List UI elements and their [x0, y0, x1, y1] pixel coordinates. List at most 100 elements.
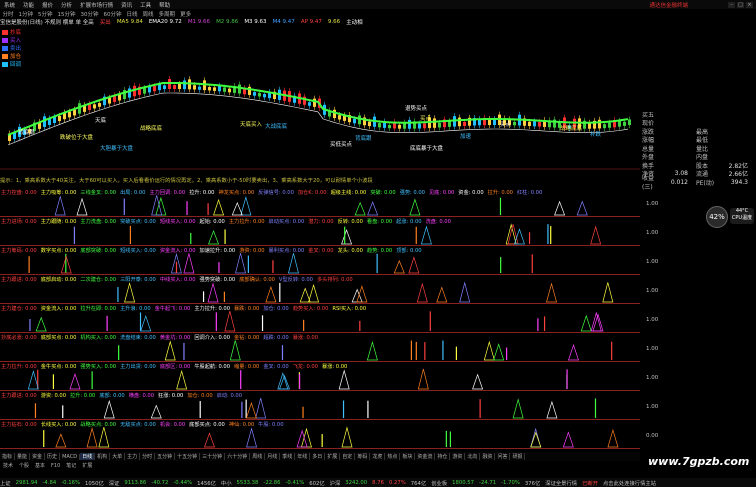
tab-13[interactable]: 六十分钟 — [225, 453, 251, 460]
tab-21[interactable]: 筹码 — [355, 453, 371, 460]
indicator-panel-2[interactable]: 主力筹码: 0.00 数字买点: 0.00 底部突破: 0.00 短线买入: 0.00… — [0, 246, 640, 275]
kline-chart[interactable]: 背底跟 战略底底 大战底底 天底天底买入背底跟 退势买点买点加速 买点战略底底补跌买低买点… — [0, 26, 640, 170]
tab-12[interactable]: 三十分钟 — [200, 453, 226, 460]
period-4[interactable]: 30分钟 — [78, 10, 101, 18]
candle-body — [218, 85, 221, 92]
indicator-panel-0[interactable]: 主力控盘: 0.00 主力吸筹: 0.00 三线金叉: 0.00 出局: 0.00 主力… — [0, 188, 640, 217]
panel-label: 主力跟进: 0.00 — [1, 277, 37, 283]
subtab-5[interactable]: 扩展 — [79, 462, 95, 469]
signal-triangle — [409, 198, 421, 216]
panel-label: 主力洗盘: 0.00 — [80, 219, 117, 225]
tab-3[interactable]: 历史 — [45, 453, 61, 460]
signal-triangle — [505, 223, 517, 245]
tab-6[interactable]: 机构 — [95, 453, 111, 460]
tab-31[interactable]: 研报 — [510, 453, 526, 460]
window-buttons: – □ × — [728, 1, 753, 8]
menu-item-2[interactable]: 报价 — [38, 1, 57, 9]
indicator-panel-4[interactable]: 主力建仓: 0.00 资金流入: 0.00 拉升在即: 0.00 主升浪: 0.00 金… — [0, 304, 640, 333]
signal-triangle — [229, 340, 241, 361]
tab-4[interactable]: MACD — [60, 453, 81, 460]
tab-27[interactable]: 游资 — [450, 453, 466, 460]
minimize-icon[interactable]: – — [728, 1, 735, 8]
subtab-1[interactable]: 个股 — [16, 462, 32, 469]
panel-label: 金钻: 0.00 — [234, 335, 260, 341]
panel-label: 拉升: 0.00 — [70, 393, 96, 399]
menu-item-1[interactable]: 功能 — [19, 1, 38, 9]
maximize-icon[interactable]: □ — [737, 1, 744, 8]
cpu-gauge[interactable]: 42% 44°C CPU温度 — [706, 206, 756, 228]
panel-label: 主力拉升: 0.00 — [1, 364, 37, 370]
period-9[interactable]: 更多 — [178, 10, 194, 18]
period-6[interactable]: 日线 — [124, 10, 140, 18]
signal-triangle — [420, 225, 432, 245]
tab-8[interactable]: 主力 — [125, 453, 141, 460]
tab-23[interactable]: 热点 — [385, 453, 401, 460]
tab-26[interactable]: 持仓 — [435, 453, 451, 460]
tab-24[interactable]: 板块 — [400, 453, 416, 460]
indicator-panel-8[interactable]: 主力钻石: 0.00 长线买入: 0.00 战略买点: 0.00 无敌买点: 0.00… — [0, 420, 640, 449]
tab-1[interactable]: 量能 — [15, 453, 31, 460]
menu-item-4[interactable]: 扩展市场行情 — [76, 1, 117, 9]
chart-annotation: 退势买点 — [405, 104, 428, 112]
indicator-info-bar: 宝信是股份(日线) 不规则 横单 单 全高 买出 MA5 9.84 EMA20 9.7… — [0, 18, 640, 26]
candle-body — [358, 115, 361, 125]
period-8[interactable]: 多周期 — [156, 10, 178, 18]
period-2[interactable]: 5分钟 — [36, 10, 56, 18]
subtab-0[interactable]: 技术 — [0, 462, 16, 469]
tab-30[interactable]: 问答 — [495, 453, 511, 460]
tab-2[interactable]: 资金 — [30, 453, 46, 460]
panel-labels: 抄底必涨: 0.00 底部买点: 0.00 机构买入: 0.00 洗盘结束: 0.00… — [1, 334, 318, 341]
menu-item-6[interactable]: 工具 — [136, 1, 155, 9]
signal-triangle — [354, 201, 366, 216]
indicator-panel-7[interactable]: 主力跟进: 0.00 游资: 0.00 拉升: 0.00 底部: 0.00 横盘: 0.… — [0, 391, 640, 420]
tab-15[interactable]: 月线 — [265, 453, 281, 460]
panel-labels: 主力跟进: 0.00 游资: 0.00 拉升: 0.00 底部: 0.00 横盘: 0.… — [1, 392, 242, 399]
tab-17[interactable]: 年线 — [295, 453, 311, 460]
panel-label: 金牛买点: 0.00 — [40, 364, 77, 370]
tab-0[interactable]: 指标 — [0, 453, 16, 460]
tab-25[interactable]: 资金流 — [415, 453, 436, 460]
period-0[interactable]: 分时 — [0, 10, 16, 18]
period-3[interactable]: 15分钟 — [55, 10, 78, 18]
subtab-4[interactable]: 笔记 — [63, 462, 79, 469]
tab-18[interactable]: 多日 — [310, 453, 326, 460]
tab-10[interactable]: 五分钟 — [155, 453, 176, 460]
tab-14[interactable]: 周线 — [250, 453, 266, 460]
candle-body — [313, 98, 316, 107]
indicator-panel-3[interactable]: 主力跟进: 0.00 底部启动: 0.00 二次建仓: 0.00 三阳开泰: 0.00… — [0, 275, 640, 304]
tab-19[interactable]: 扩展 — [325, 453, 341, 460]
panel-label: 主力建仓: 0.00 — [1, 306, 37, 312]
tab-22[interactable]: 龙虎 — [370, 453, 386, 460]
subtab-2[interactable]: 基本 — [32, 462, 48, 469]
indicator-panel-1[interactable]: 主力进场: 0.00 主力跟随: 0.00 主力洗盘: 0.00 突破买点: 0.00… — [0, 217, 640, 246]
candle-body — [308, 102, 311, 106]
menu-item-5[interactable]: 资讯 — [117, 1, 136, 9]
tab-5[interactable]: 日线 — [80, 453, 96, 460]
menu-item-7[interactable]: 帮助 — [155, 1, 174, 9]
candle-body — [173, 85, 176, 90]
indicator-panel-5[interactable]: 抄底必涨: 0.00 底部买点: 0.00 机构买入: 0.00 洗盘结束: 0.00… — [0, 333, 640, 362]
tab-9[interactable]: 分时 — [140, 453, 156, 460]
candle-body — [603, 124, 606, 129]
status-item[interactable]: 点击此处连接行情主站 — [603, 479, 656, 487]
signal-triangle — [69, 372, 81, 390]
period-7[interactable]: 周线 — [140, 10, 156, 18]
chart-annotation: 买点 — [420, 114, 432, 122]
signal-legend: 抄底 买入 卖出 加仓 回调 — [2, 28, 42, 68]
close-icon[interactable]: × — [746, 1, 753, 8]
panel-label: 反转: 0.00 — [337, 219, 363, 225]
subtab-3[interactable]: F10 — [48, 463, 63, 469]
tab-28[interactable]: 北向 — [465, 453, 481, 460]
menu-item-0[interactable]: 系统 — [0, 1, 19, 9]
period-5[interactable]: 60分钟 — [101, 10, 124, 18]
tab-7[interactable]: 大单 — [110, 453, 126, 460]
menu-item-3[interactable]: 分析 — [57, 1, 76, 9]
indicator-panel-6[interactable]: 主力拉升: 0.00 金牛买点: 0.00 强势买入: 0.00 主力出货: 0.00… — [0, 362, 640, 391]
tab-16[interactable]: 季线 — [280, 453, 296, 460]
tab-20[interactable]: 自定 — [340, 453, 356, 460]
tab-29[interactable]: 融资 — [480, 453, 496, 460]
tab-11[interactable]: 十五分钟 — [175, 453, 201, 460]
panel-label: 主力跟进: 0.00 — [1, 393, 37, 399]
period-1[interactable]: 1分钟 — [16, 10, 36, 18]
legend-label: 回调 — [10, 62, 22, 68]
